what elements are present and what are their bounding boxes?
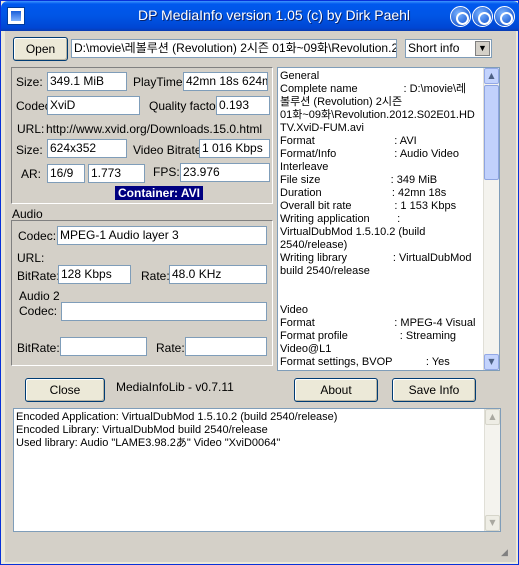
window-title: DP MediaInfo version 1.05 (c) by Dirk Pa…	[137, 7, 411, 23]
log-scroll-down-icon[interactable]: ▼	[485, 515, 500, 531]
quality-factor-label: Quality factor:	[149, 99, 224, 113]
info-line: Format profile : Streaming	[280, 330, 457, 342]
info-line: Writing application :	[280, 213, 401, 225]
audio-section-label: Audio	[12, 207, 43, 221]
view-mode-select[interactable]: Short info ▼	[405, 39, 492, 58]
playtime-label: PlayTime:	[133, 75, 186, 89]
minimize-button[interactable]	[450, 6, 471, 27]
info-line: VirtualDubMod 1.5.10.2 (build	[280, 226, 426, 238]
app-icon	[7, 7, 25, 25]
about-button[interactable]: About	[294, 378, 378, 402]
audio-rate-label: Rate:	[141, 269, 170, 283]
audio2-codec-label: Codec:	[19, 304, 58, 318]
main-window: DP MediaInfo version 1.05 (c) by Dirk Pa…	[0, 0, 519, 565]
log-scroll-up-icon[interactable]: ▲	[485, 409, 500, 425]
quality-factor-field[interactable]: 0.193	[216, 96, 270, 115]
info-line	[280, 291, 483, 304]
audio2-bitrate-label: BitRate:	[17, 341, 60, 355]
open-button[interactable]: Open	[13, 37, 68, 61]
log-line: Encoded Library: VirtualDubMod build 254…	[16, 424, 268, 436]
audio2-rate-label: Rate:	[156, 341, 185, 355]
info-line: Duration : 42mn 18s	[280, 187, 447, 199]
codec-field[interactable]: XviD	[47, 96, 140, 115]
save-info-button[interactable]: Save Info	[392, 378, 476, 402]
info-line: build 2540/release	[280, 265, 370, 277]
audio-bitrate-label: BitRate:	[17, 269, 60, 283]
medialib-version-label: MediaInfoLib - v0.7.11	[116, 380, 234, 394]
info-line: Format/Info : Audio Video	[280, 148, 459, 160]
info-line: 2540/release)	[280, 239, 348, 251]
audio2-rate-field[interactable]	[185, 337, 267, 356]
playtime-field[interactable]: 42mn 18s 624ms	[183, 72, 268, 91]
resize-grip-icon[interactable]: ◢	[501, 547, 513, 559]
title-bar[interactable]: DP MediaInfo version 1.05 (c) by Dirk Pa…	[1, 1, 519, 31]
dimensions-label: Size:	[16, 143, 43, 157]
info-line: General	[280, 70, 320, 82]
aspect-ratio-field[interactable]: 16/9	[47, 164, 85, 183]
aspect-ratio-label: AR:	[21, 167, 42, 181]
info-line: Format settings, BVOP : Yes	[280, 356, 450, 368]
fps-field[interactable]: 23.976	[180, 163, 270, 182]
chevron-down-icon[interactable]: ▼	[475, 41, 490, 56]
audio2-bitrate-field[interactable]	[60, 337, 147, 356]
info-line	[280, 278, 483, 291]
view-mode-value: Short info	[408, 41, 460, 55]
info-line: 01화~09화\Revolution.2012.S02E01.HD	[280, 109, 475, 121]
media-info-text: General Complete name : D:\movie\레 볼루션 (Re…	[280, 70, 483, 370]
info-line: Format : AVI	[280, 135, 417, 147]
log-scrollbar[interactable]: ▲ ▼	[484, 409, 500, 531]
container-badge: Container: AVI	[115, 186, 204, 200]
audio-codec-field[interactable]: MPEG-1 Audio layer 3	[57, 226, 267, 245]
info-line: Overall bit rate : 1 153 Kbps	[280, 200, 457, 212]
video-url-label: URL:	[17, 122, 45, 136]
info-line: Video@L1	[280, 343, 332, 355]
audio2-codec-field[interactable]	[61, 302, 267, 321]
log-line: Encoded Application: VirtualDubMod 1.5.1…	[16, 411, 338, 423]
info-line: Format settings, QPel : No	[280, 369, 483, 370]
close-button[interactable]: Close	[25, 378, 105, 402]
encoding-log-text: Encoded Application: VirtualDubMod 1.5.1…	[16, 411, 486, 450]
audio-url-label: URL:	[17, 251, 45, 265]
scroll-thumb[interactable]	[484, 85, 499, 180]
close-window-button[interactable]	[494, 6, 515, 27]
file-path-field[interactable]: D:\movie\레볼루션 (Revolution) 2시즌 01화~09화\R…	[71, 39, 397, 58]
encoding-log-textarea[interactable]: Encoded Application: VirtualDubMod 1.5.1…	[13, 408, 501, 532]
video-bitrate-label: Video Bitrate:	[133, 143, 205, 157]
info-line: TV.XviD-FUM.avi	[280, 122, 364, 134]
audio-codec-label: Codec:	[18, 229, 57, 243]
info-line: Writing library : VirtualDubMod	[280, 252, 472, 264]
scroll-down-icon[interactable]: ▼	[484, 354, 499, 370]
video-url-link[interactable]: http://www.xvid.org/Downloads.15.0.html	[46, 122, 262, 136]
maximize-button[interactable]	[472, 6, 493, 27]
size-label: Size:	[16, 75, 43, 89]
client-area: Open D:\movie\레볼루션 (Revolution) 2시즌 01화~…	[5, 31, 516, 562]
vertical-scrollbar[interactable]: ▲ ▼	[483, 68, 499, 370]
scroll-up-icon[interactable]: ▲	[484, 68, 499, 84]
info-line: File size : 349 MiB	[280, 174, 438, 186]
fps-label: FPS:	[153, 165, 180, 179]
media-info-textarea[interactable]: General Complete name : D:\movie\레 볼루션 (Re…	[277, 67, 500, 371]
audio2-label: Audio 2	[19, 289, 60, 303]
size-field[interactable]: 349.1 MiB	[47, 72, 127, 91]
info-line: 볼루션 (Revolution) 2시즌	[280, 96, 403, 108]
info-line: Video	[280, 304, 308, 316]
dimensions-field[interactable]: 624x352	[47, 139, 127, 158]
audio-rate-field[interactable]: 48.0 KHz	[169, 265, 267, 284]
info-line: Interleave	[280, 161, 329, 173]
info-line: Complete name : D:\movie\레	[280, 83, 467, 95]
video-bitrate-field[interactable]: 1 016 Kbps	[199, 139, 270, 158]
audio-bitrate-field[interactable]: 128 Kbps	[58, 265, 131, 284]
log-line: Used library: Audio "LAME3.98.2あ" Video …	[16, 437, 281, 449]
aspect-ratio-decimal-field[interactable]: 1.773	[88, 164, 145, 183]
info-line: Format : MPEG-4 Visual	[280, 317, 476, 329]
